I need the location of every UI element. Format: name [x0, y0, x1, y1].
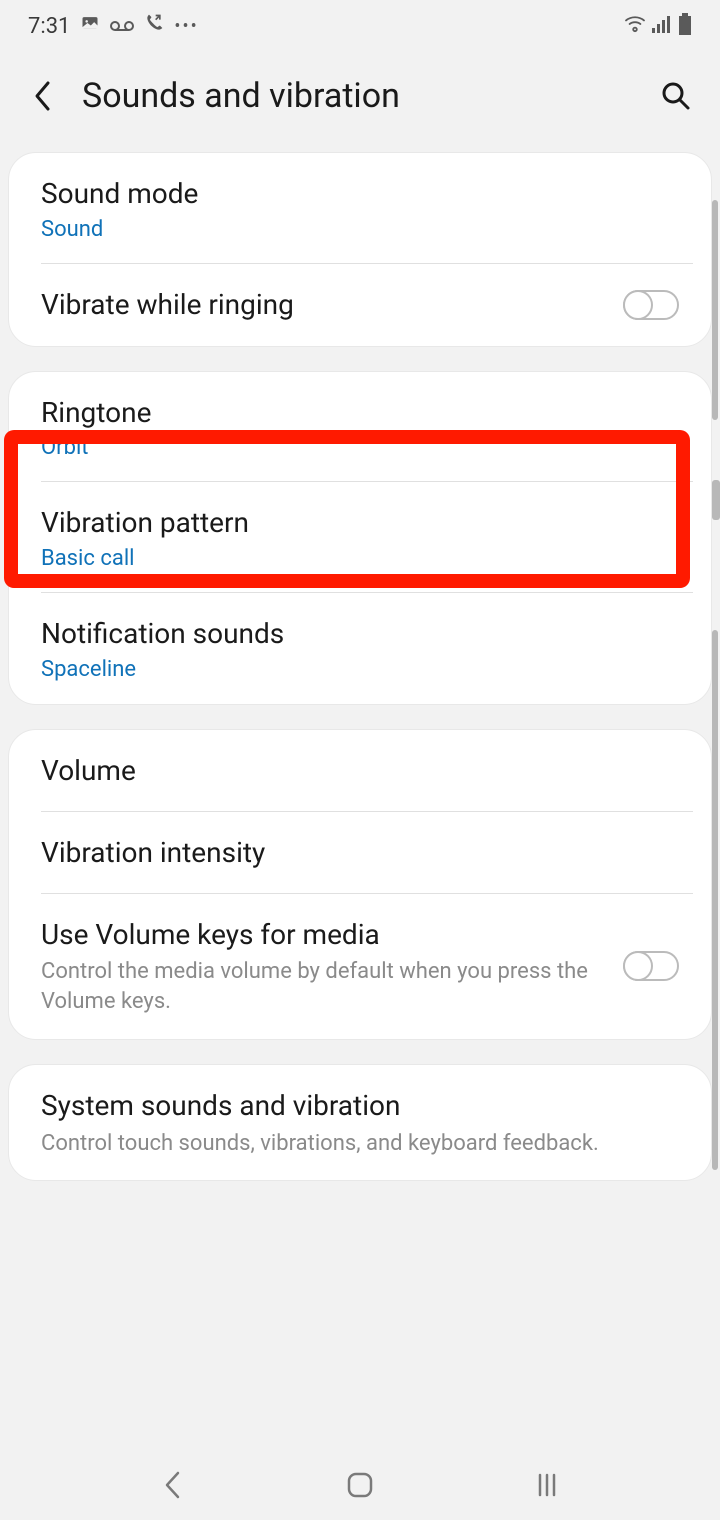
toggle-switch[interactable]: [623, 951, 679, 981]
settings-group: Sound mode Sound Vibrate while ringing: [8, 152, 712, 347]
setting-title: Notification sounds: [41, 615, 679, 653]
setting-description: Control touch sounds, vibrations, and ke…: [41, 1129, 679, 1159]
setting-title: Sound mode: [41, 175, 679, 213]
back-button[interactable]: [28, 81, 58, 111]
scroll-indicator: [712, 630, 718, 1170]
setting-title: Ringtone: [41, 394, 679, 432]
status-left: 7:31 •••: [28, 13, 199, 39]
page-title: Sounds and vibration: [82, 76, 636, 116]
call-forward-icon: [144, 13, 164, 39]
chevron-left-icon: [32, 79, 54, 113]
setting-system-sounds[interactable]: System sounds and vibration Control touc…: [9, 1065, 711, 1180]
nav-home-button[interactable]: [340, 1465, 380, 1505]
setting-title: Use Volume keys for media: [41, 916, 603, 954]
setting-title: Volume: [41, 752, 679, 790]
status-time: 7:31: [28, 14, 70, 39]
settings-group: System sounds and vibration Control touc…: [8, 1064, 712, 1181]
setting-subtitle: Basic call: [41, 546, 679, 571]
setting-vibration-intensity[interactable]: Vibration intensity: [9, 812, 711, 894]
scroll-indicator: [712, 200, 718, 420]
more-icon: •••: [174, 16, 198, 37]
setting-title: Vibration intensity: [41, 834, 679, 872]
setting-volume[interactable]: Volume: [9, 730, 711, 812]
setting-subtitle: Sound: [41, 217, 679, 242]
search-button[interactable]: [660, 80, 692, 112]
toggle-switch[interactable]: [623, 290, 679, 320]
settings-group: Ringtone Orbit Vibration pattern Basic c…: [8, 371, 712, 705]
nav-recents-button[interactable]: [527, 1465, 567, 1505]
setting-ringtone[interactable]: Ringtone Orbit: [9, 372, 711, 483]
settings-content: Sound mode Sound Vibrate while ringing R…: [0, 152, 720, 1181]
search-icon: [661, 81, 691, 111]
setting-title: Vibrate while ringing: [41, 286, 603, 324]
setting-sound-mode[interactable]: Sound mode Sound: [9, 153, 711, 264]
settings-group: Volume Vibration intensity Use Volume ke…: [8, 729, 712, 1040]
setting-title: Vibration pattern: [41, 504, 679, 542]
signal-icon: [652, 15, 672, 37]
navigation-bar: [0, 1450, 720, 1520]
setting-volume-keys-media[interactable]: Use Volume keys for media Control the me…: [9, 894, 711, 1039]
home-icon: [346, 1471, 374, 1499]
setting-description: Control the media volume by default when…: [41, 957, 603, 1016]
page-header: Sounds and vibration: [0, 48, 720, 152]
recents-icon: [534, 1472, 560, 1498]
setting-subtitle: Spaceline: [41, 657, 679, 682]
nav-back-button[interactable]: [153, 1465, 193, 1505]
scroll-indicator: [712, 480, 720, 520]
setting-notification-sounds[interactable]: Notification sounds Spaceline: [9, 593, 711, 704]
setting-title: System sounds and vibration: [41, 1087, 679, 1125]
setting-vibrate-while-ringing[interactable]: Vibrate while ringing: [9, 264, 711, 346]
status-right: [624, 13, 692, 39]
chevron-left-icon: [163, 1470, 183, 1500]
setting-subtitle: Orbit: [41, 435, 679, 460]
picture-icon: [80, 13, 100, 39]
setting-vibration-pattern[interactable]: Vibration pattern Basic call: [9, 482, 711, 593]
status-bar: 7:31 •••: [0, 0, 720, 48]
voicemail-icon: [110, 14, 134, 39]
battery-icon: [678, 13, 692, 39]
wifi-icon: [624, 15, 646, 37]
